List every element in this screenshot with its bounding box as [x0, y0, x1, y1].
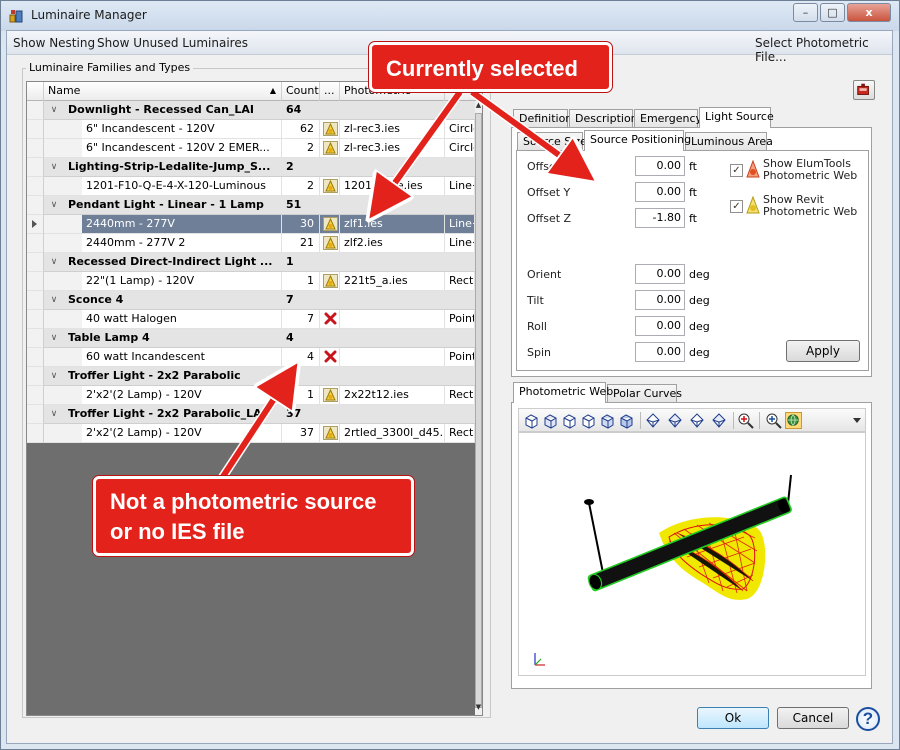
arrow-to-offsets — [470, 89, 588, 176]
tab-photometric-web[interactable]: Photometric Web — [513, 382, 613, 403]
arrow-to-missing-ies — [219, 370, 293, 480]
tab-source-positioning[interactable]: Source Positioning — [584, 130, 691, 151]
arrow-to-selected-row — [374, 90, 463, 212]
callout-not-photometric-line2: or no IES file — [110, 519, 245, 544]
callout-currently-selected: Currently selected — [369, 42, 612, 92]
callout-not-photometric: Not a photometric source or no IES file — [93, 476, 414, 556]
callout-not-photometric-line1: Not a photometric source — [110, 489, 377, 514]
tab-light-source[interactable]: Light Source — [699, 107, 774, 128]
callout-currently-selected-text: Currently selected — [386, 56, 578, 81]
